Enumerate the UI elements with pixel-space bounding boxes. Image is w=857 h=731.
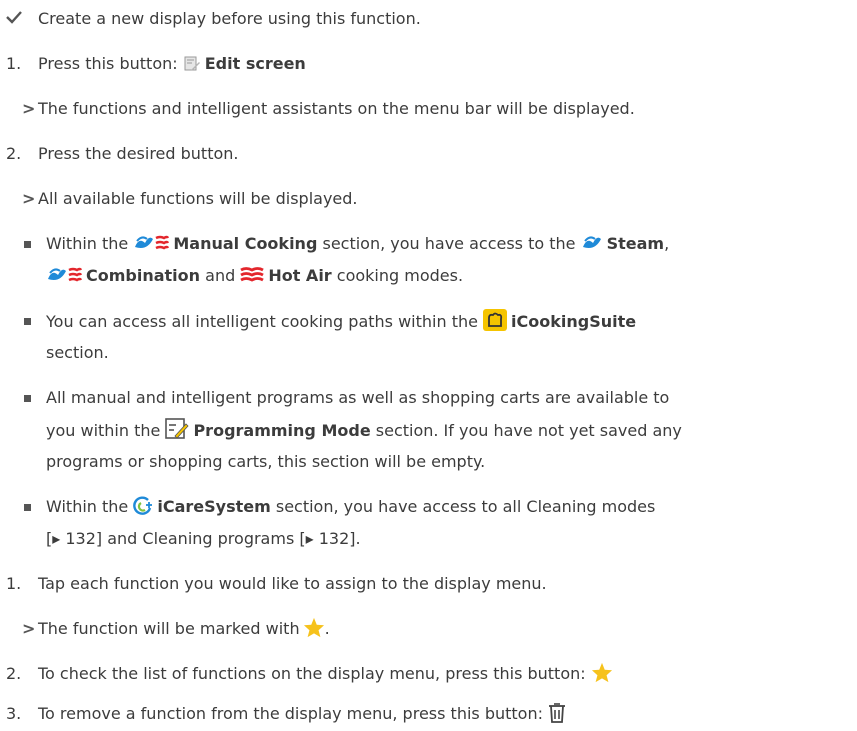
manual-cooking-icon: [133, 233, 170, 253]
combination-label: Combination: [86, 266, 201, 285]
bullet-text: you within the: [46, 421, 166, 440]
document-page: { "colors": { "steam_blue": "#1f8ad8", "…: [0, 0, 857, 731]
prerequisite-text: Create a new display before using this f…: [38, 9, 421, 28]
check-icon: [6, 8, 40, 26]
combination-icon: [46, 265, 82, 285]
bullet-text: Within the: [46, 497, 134, 516]
steam-icon: [581, 233, 603, 253]
edit-screen-icon: [183, 55, 201, 73]
programming-mode-icon: [165, 418, 190, 440]
step-text: Tap each function you would like to assi…: [38, 574, 547, 593]
step-text: Press the desired button.: [38, 144, 239, 163]
step-number: 3.: [6, 704, 22, 723]
bullet-marker: [24, 241, 31, 248]
trash-icon[interactable]: [548, 703, 566, 723]
bullet-text: All manual and intelligent programs as w…: [46, 388, 670, 407]
result-text: The function will be marked with: [38, 619, 305, 638]
icaresystem-icon: [133, 496, 153, 516]
step-text: To check the list of functions on the di…: [38, 664, 591, 683]
result-text: The functions and intelligent assistants…: [38, 99, 635, 118]
result-text: All available functions will be displaye…: [38, 189, 358, 208]
bullet-marker: [24, 395, 31, 402]
bullet-text: section.: [46, 343, 109, 362]
manual-cooking-label: Manual Cooking: [173, 234, 318, 253]
star-icon[interactable]: [591, 662, 613, 683]
bullet-marker: [24, 504, 31, 511]
step-number: 1.: [6, 574, 22, 593]
programming-mode-label: Programming Mode: [193, 421, 371, 440]
bullet-text: programs or shopping carts, this section…: [46, 452, 486, 471]
bullet-text: You can access all intelligent cooking p…: [46, 312, 484, 331]
star-icon: [303, 617, 325, 638]
hot-air-icon: [240, 265, 265, 285]
step-number: 1.: [6, 54, 22, 73]
bullet-marker: [24, 318, 31, 325]
bullet-text: Within the: [46, 234, 134, 253]
step-text: Press this button:: [38, 54, 183, 73]
step-number: 2.: [6, 144, 22, 163]
step-number: 2.: [6, 664, 22, 683]
icookingsuite-label: iCookingSuite: [511, 312, 637, 331]
steam-label: Steam: [606, 234, 665, 253]
edit-screen-button[interactable]: Edit screen: [205, 54, 306, 73]
bullet-text: section, you have access to the: [317, 234, 581, 253]
icookingsuite-icon: [483, 309, 508, 331]
icaresystem-label: iCareSystem: [157, 497, 271, 516]
cleaning-references[interactable]: [▸ 132] and Cleaning programs [▸ 132].: [46, 527, 361, 551]
hot-air-label: Hot Air: [268, 266, 332, 285]
step-text: To remove a function from the display me…: [38, 704, 549, 723]
